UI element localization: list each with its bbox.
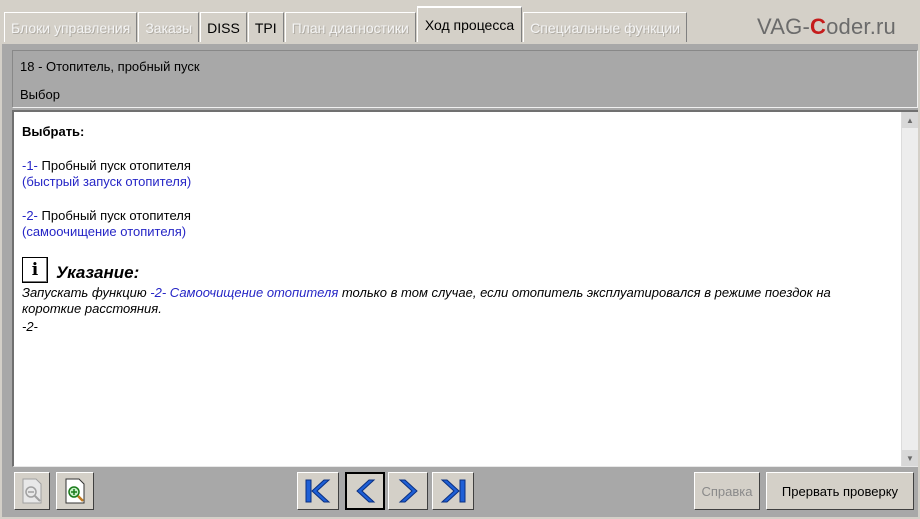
info-icon: i bbox=[22, 257, 48, 283]
option-1[interactable]: -1- Пробный пуск отопителя (быстрый запу… bbox=[22, 158, 892, 190]
tab-diss[interactable]: DISS bbox=[200, 12, 247, 42]
option-2-number[interactable]: -2- bbox=[22, 208, 38, 223]
content-panel: Выбрать: -1- Пробный пуск отопителя (быс… bbox=[12, 110, 918, 467]
tab-special-functions[interactable]: Специальные функции bbox=[523, 12, 688, 42]
tab-control-units[interactable]: Блоки управления bbox=[4, 12, 138, 42]
skip-to-start-icon bbox=[305, 479, 331, 503]
brand-watermark: VAG-Coder.ru bbox=[757, 14, 896, 39]
procedure-title: 18 - Отопитель, пробный пуск bbox=[20, 59, 200, 74]
option-2-description: (самоочищение отопителя) bbox=[22, 224, 187, 239]
zoom-out-button[interactable] bbox=[14, 472, 50, 510]
procedure-step: Выбор bbox=[20, 87, 60, 102]
procedure-header: 18 - Отопитель, пробный пуск Выбор bbox=[12, 50, 918, 108]
option-1-description: (быстрый запуск отопителя) bbox=[22, 174, 192, 189]
tab-list: Блоки управления Заказы DISS TPI План ди… bbox=[4, 6, 688, 42]
option-2-label: Пробный пуск отопителя bbox=[41, 208, 191, 223]
next-button[interactable] bbox=[388, 472, 428, 510]
last-page-button[interactable] bbox=[432, 472, 474, 510]
note-link[interactable]: -2- Самоочищение отопителя bbox=[150, 285, 338, 300]
scroll-up-icon[interactable]: ▲ bbox=[902, 112, 918, 128]
option-1-number[interactable]: -1- bbox=[22, 158, 38, 173]
note-header: i Указание: bbox=[22, 255, 892, 283]
option-2[interactable]: -2- Пробный пуск отопителя (самоочищение… bbox=[22, 208, 892, 240]
content-body: Выбрать: -1- Пробный пуск отопителя (быс… bbox=[22, 124, 892, 335]
selection-heading: Выбрать: bbox=[22, 124, 85, 139]
option-1-label: Пробный пуск отопителя bbox=[41, 158, 191, 173]
note-footer: -2- bbox=[22, 319, 38, 334]
note-title: Указание: bbox=[56, 263, 140, 282]
zoom-out-icon bbox=[22, 478, 42, 504]
abort-test-button[interactable]: Прервать проверку bbox=[766, 472, 914, 510]
tab-tpi[interactable]: TPI bbox=[247, 12, 284, 42]
bottom-toolbar: Справка Прервать проверку bbox=[2, 467, 918, 517]
vertical-scrollbar[interactable]: ▲ ▼ bbox=[901, 112, 918, 466]
scroll-down-icon[interactable]: ▼ bbox=[902, 450, 918, 466]
note-text: Запускать функцию -2- Самоочищение отопи… bbox=[22, 285, 831, 316]
tab-orders[interactable]: Заказы bbox=[138, 12, 200, 42]
chevron-left-icon bbox=[356, 479, 376, 503]
zoom-in-button[interactable] bbox=[56, 472, 94, 510]
chevron-right-icon bbox=[398, 479, 418, 503]
help-button[interactable]: Справка bbox=[694, 472, 760, 510]
skip-to-end-icon bbox=[440, 479, 466, 503]
tab-diagnostic-plan[interactable]: План диагностики bbox=[284, 12, 416, 42]
tab-process-flow[interactable]: Ход процесса bbox=[416, 6, 523, 42]
main-frame: 18 - Отопитель, пробный пуск Выбор Выбра… bbox=[0, 42, 920, 519]
tab-bar: Блоки управления Заказы DISS TPI План ди… bbox=[0, 0, 920, 42]
zoom-in-icon bbox=[65, 478, 85, 504]
previous-button[interactable] bbox=[345, 472, 385, 510]
first-page-button[interactable] bbox=[297, 472, 339, 510]
